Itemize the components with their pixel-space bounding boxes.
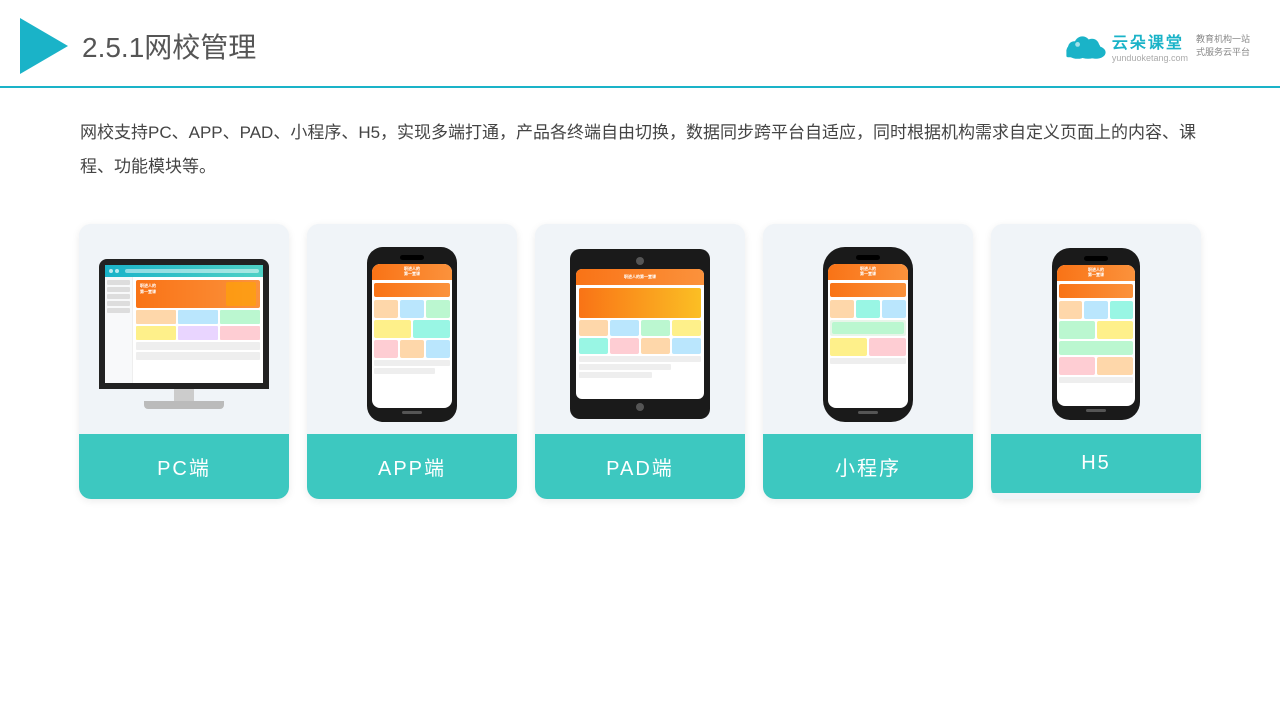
tablet-banner	[579, 288, 701, 318]
phone-notch-miniapp	[856, 255, 880, 260]
card-app-image: 职进人的第一堂课	[307, 224, 517, 434]
screen-body: 职进人的第一堂课	[105, 277, 263, 383]
tablet-body	[576, 285, 704, 399]
card-pad-label: PAD端	[535, 434, 745, 499]
phone-body-miniapp	[828, 280, 908, 408]
phone-mockup-app: 职进人的第一堂课	[367, 247, 457, 422]
brand-logo: 云朵课堂 yunduoketang.com 教育机构一站 式服务云平台	[1060, 29, 1250, 63]
phone-notch	[400, 255, 424, 260]
card-h5-image: 职进人的第一堂课	[991, 224, 1201, 434]
card-h5: 职进人的第一堂课	[991, 224, 1201, 499]
miniapp-green-banner	[830, 320, 906, 336]
phone-row1	[374, 300, 450, 318]
card-pc-image: 职进人的第一堂课	[79, 224, 289, 434]
tablet-text3	[579, 372, 652, 378]
screen-sidebar	[105, 277, 133, 383]
tablet-text2	[579, 364, 671, 370]
monitor-frame: 职进人的第一堂课	[99, 259, 269, 389]
h5-text1	[1059, 377, 1133, 383]
dot1	[109, 269, 113, 273]
h5-row3	[1059, 357, 1133, 375]
brand-info: 云朵课堂 yunduoketang.com 教育机构一站 式服务云平台	[1060, 29, 1250, 63]
brand-name-text: 云朵课堂	[1112, 29, 1184, 53]
monitor-neck	[174, 389, 194, 401]
phone-body-h5	[1057, 281, 1135, 406]
brand-tagline-2: 式服务云平台	[1196, 46, 1250, 59]
phone-mockup-miniapp: 职进人的第一堂课	[823, 247, 913, 422]
phone-topbar-miniapp: 职进人的第一堂课	[828, 264, 908, 280]
card-pc-label: PC端	[79, 434, 289, 499]
screen-grid	[136, 310, 260, 340]
miniapp-banner	[830, 283, 906, 297]
screen-main: 职进人的第一堂课	[133, 277, 263, 383]
h5-row2	[1059, 321, 1133, 339]
phone-topbar: 职进人的第一堂课	[372, 264, 452, 280]
cloud-svg-icon	[1060, 30, 1108, 62]
phone-notch-h5	[1084, 256, 1108, 261]
description-text: 网校支持PC、APP、PAD、小程序、H5，实现多端打通，产品各终端自由切换，数…	[0, 88, 1280, 204]
miniapp-row2	[830, 338, 906, 356]
phone-body	[372, 280, 452, 408]
page-title: 2.5.1网校管理	[82, 26, 256, 66]
h5-banner	[1059, 284, 1133, 298]
pc-mockup: 职进人的第一堂课	[99, 259, 269, 409]
tablet-bottom-btn	[636, 403, 644, 411]
card-miniapp-label: 小程序	[763, 434, 973, 499]
phone-screen-miniapp: 职进人的第一堂课	[828, 264, 908, 408]
miniapp-text1	[830, 358, 906, 364]
phone-row2	[374, 320, 450, 338]
monitor-base	[144, 401, 224, 409]
card-miniapp: 职进人的第一堂课	[763, 224, 973, 499]
tablet-text1	[579, 356, 701, 362]
tablet-grid	[579, 320, 701, 354]
device-cards-container: 职进人的第一堂课	[0, 204, 1280, 519]
dot2	[115, 269, 119, 273]
screen-topbar	[105, 265, 263, 277]
tablet-mockup: 职进人的第一堂课	[570, 249, 710, 419]
card-app-label: APP端	[307, 434, 517, 499]
h5-row1	[1059, 301, 1133, 319]
phone-text-line	[374, 360, 450, 366]
miniapp-home-button	[858, 411, 878, 414]
card-pc: 职进人的第一堂课	[79, 224, 289, 499]
tablet-topbar: 职进人的第一堂课	[576, 269, 704, 285]
monitor-screen: 职进人的第一堂课	[105, 265, 263, 383]
phone-mockup-h5: 职进人的第一堂课	[1052, 248, 1140, 420]
phone-text-line2	[374, 368, 435, 374]
h5-green-block	[1059, 341, 1133, 355]
card-miniapp-image: 职进人的第一堂课	[763, 224, 973, 434]
tablet-top-btn	[636, 257, 644, 265]
logo-triangle-icon	[20, 18, 68, 74]
phone-topbar-h5: 职进人的第一堂课	[1057, 265, 1135, 281]
address-bar	[125, 269, 259, 273]
phone-banner	[374, 283, 450, 297]
page-header: 2.5.1网校管理 云朵课堂 yunduok	[0, 0, 1280, 88]
header-left: 2.5.1网校管理	[20, 18, 256, 74]
brand-tagline-1: 教育机构一站	[1196, 33, 1250, 46]
screen-text-line	[136, 342, 260, 350]
phone-screen-h5: 职进人的第一堂课	[1057, 265, 1135, 406]
card-pad-image: 职进人的第一堂课	[535, 224, 745, 434]
phone-home-button	[402, 411, 422, 414]
phone-row3	[374, 340, 450, 358]
phone-screen: 职进人的第一堂课	[372, 264, 452, 408]
screen-banner: 职进人的第一堂课	[136, 280, 260, 308]
banner-img	[226, 282, 256, 306]
tablet-screen: 职进人的第一堂课	[576, 269, 704, 399]
card-pad: 职进人的第一堂课	[535, 224, 745, 499]
brand-url-text: yunduoketang.com	[1112, 53, 1188, 63]
description-paragraph: 网校支持PC、APP、PAD、小程序、H5，实现多端打通，产品各终端自由切换，数…	[80, 116, 1200, 184]
miniapp-row1	[830, 300, 906, 318]
card-h5-label: H5	[991, 434, 1201, 493]
screen-text-line2	[136, 352, 260, 360]
brand-logo-icon: 云朵课堂 yunduoketang.com 教育机构一站 式服务云平台	[1060, 29, 1250, 63]
h5-home-button	[1086, 409, 1106, 412]
card-app: 职进人的第一堂课	[307, 224, 517, 499]
